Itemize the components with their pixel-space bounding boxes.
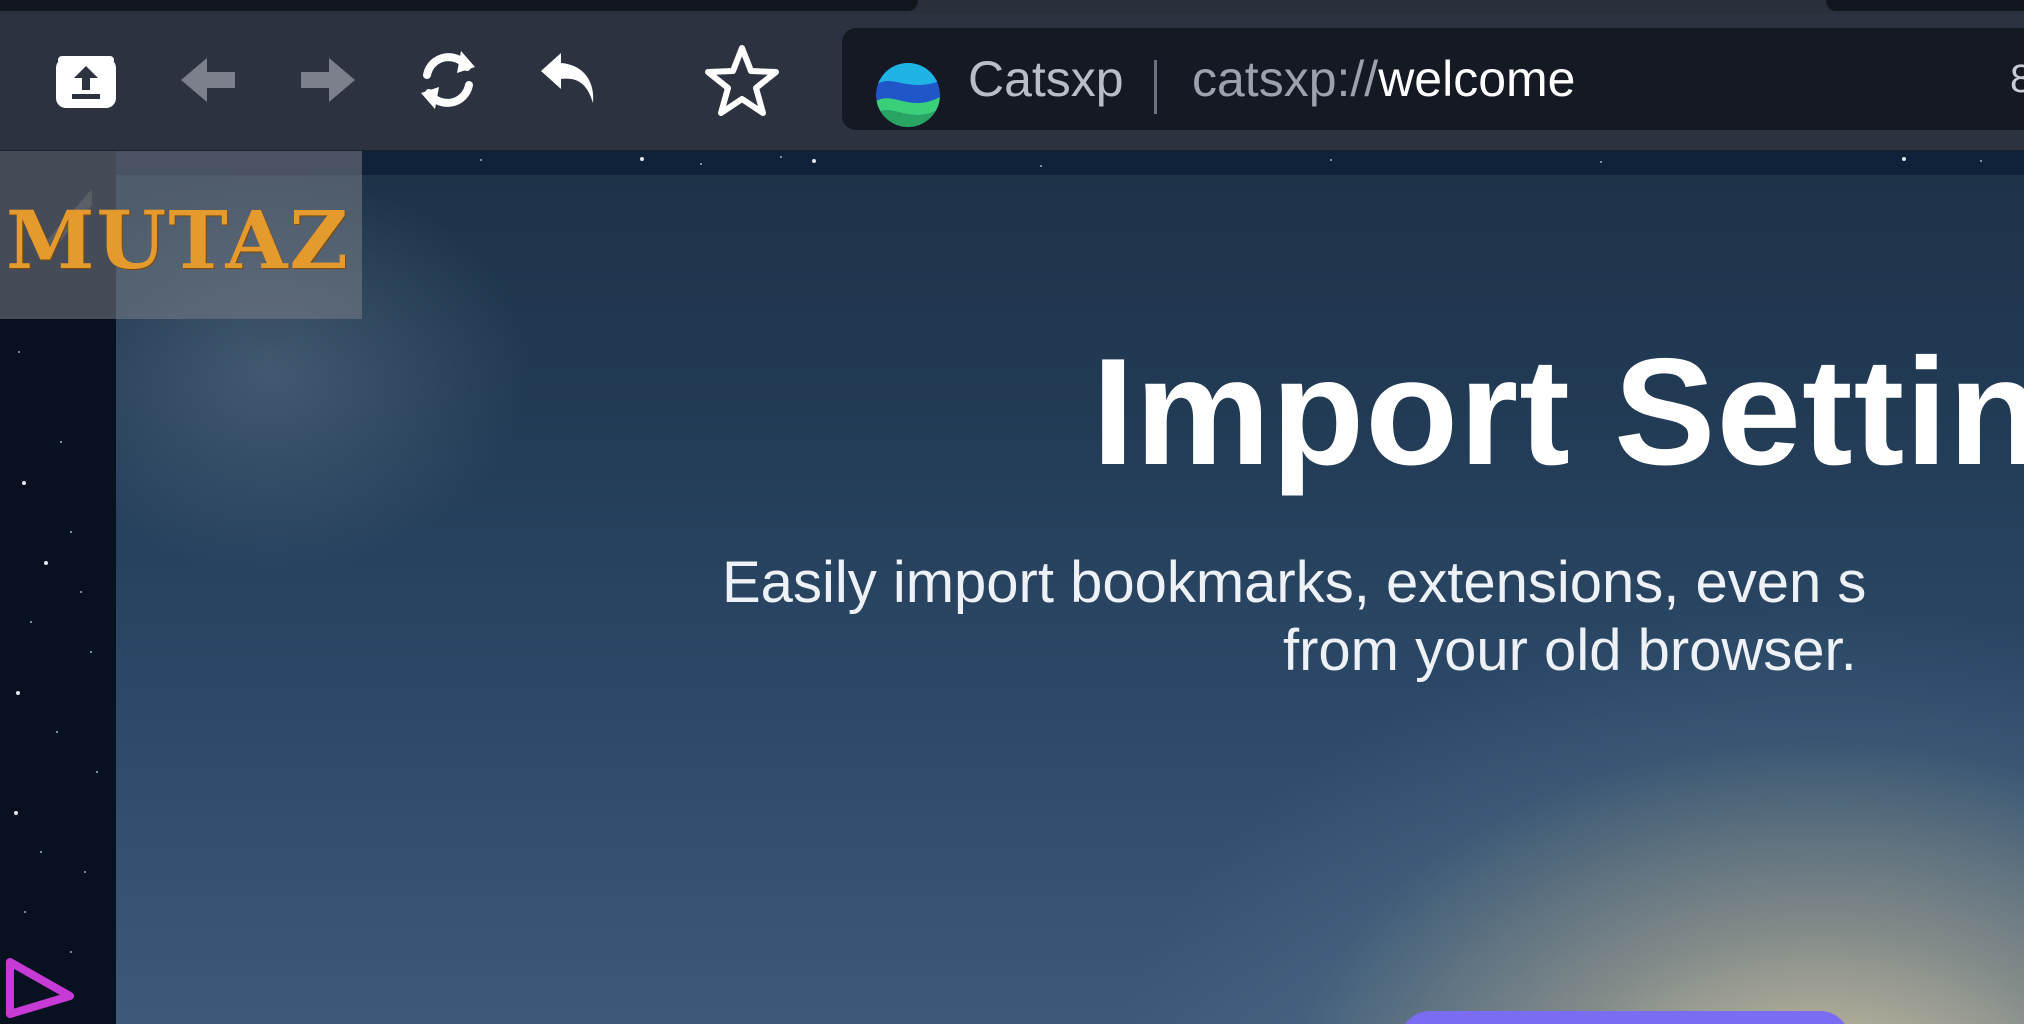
url-host: welcome <box>1378 51 1576 107</box>
watermark-logo: MUTAZ <box>6 193 350 287</box>
tab-right[interactable] <box>1826 0 2024 11</box>
catsxp-logo-icon <box>876 63 940 127</box>
arrow-forward-icon <box>301 58 355 102</box>
bookmark-button[interactable] <box>704 42 780 118</box>
undo-icon <box>541 53 594 103</box>
watermark-overlay: MUTAZ <box>0 151 362 319</box>
arrow-back-icon <box>181 58 235 102</box>
play-triangle-icon <box>6 958 74 1018</box>
reload-button[interactable] <box>410 42 486 118</box>
browser-toolbar: Catsxp catsxp://welcome 8 <box>0 14 2024 151</box>
forward-button[interactable] <box>290 42 366 118</box>
address-separator <box>1154 60 1157 114</box>
browser-window: Catsxp catsxp://welcome 8 Import Settin … <box>0 0 2024 1024</box>
page-title: Import Setting <box>1092 327 2024 497</box>
share-upload-icon <box>56 56 116 108</box>
share-button[interactable] <box>48 42 124 118</box>
subtitle-line-2: from your old browser. <box>1283 618 1857 683</box>
subtitle-line-1: Easily import bookmarks, extensions, eve… <box>722 550 1867 615</box>
address-bar[interactable]: Catsxp catsxp://welcome 8 <box>842 28 2024 130</box>
url-scheme: catsxp:// <box>1192 51 1379 107</box>
tab-strip <box>0 0 2024 14</box>
reload-icon <box>421 51 475 109</box>
tab-left[interactable] <box>0 0 918 11</box>
star-outline-icon <box>705 45 779 116</box>
site-identity-name: Catsxp <box>968 51 1124 107</box>
undo-button[interactable] <box>532 42 608 118</box>
back-button[interactable] <box>170 42 246 118</box>
import-button[interactable] <box>1400 1011 1850 1024</box>
omnibox-trailing-glyph: 8 <box>2010 57 2024 101</box>
url-text[interactable]: catsxp://welcome <box>1192 28 1575 130</box>
